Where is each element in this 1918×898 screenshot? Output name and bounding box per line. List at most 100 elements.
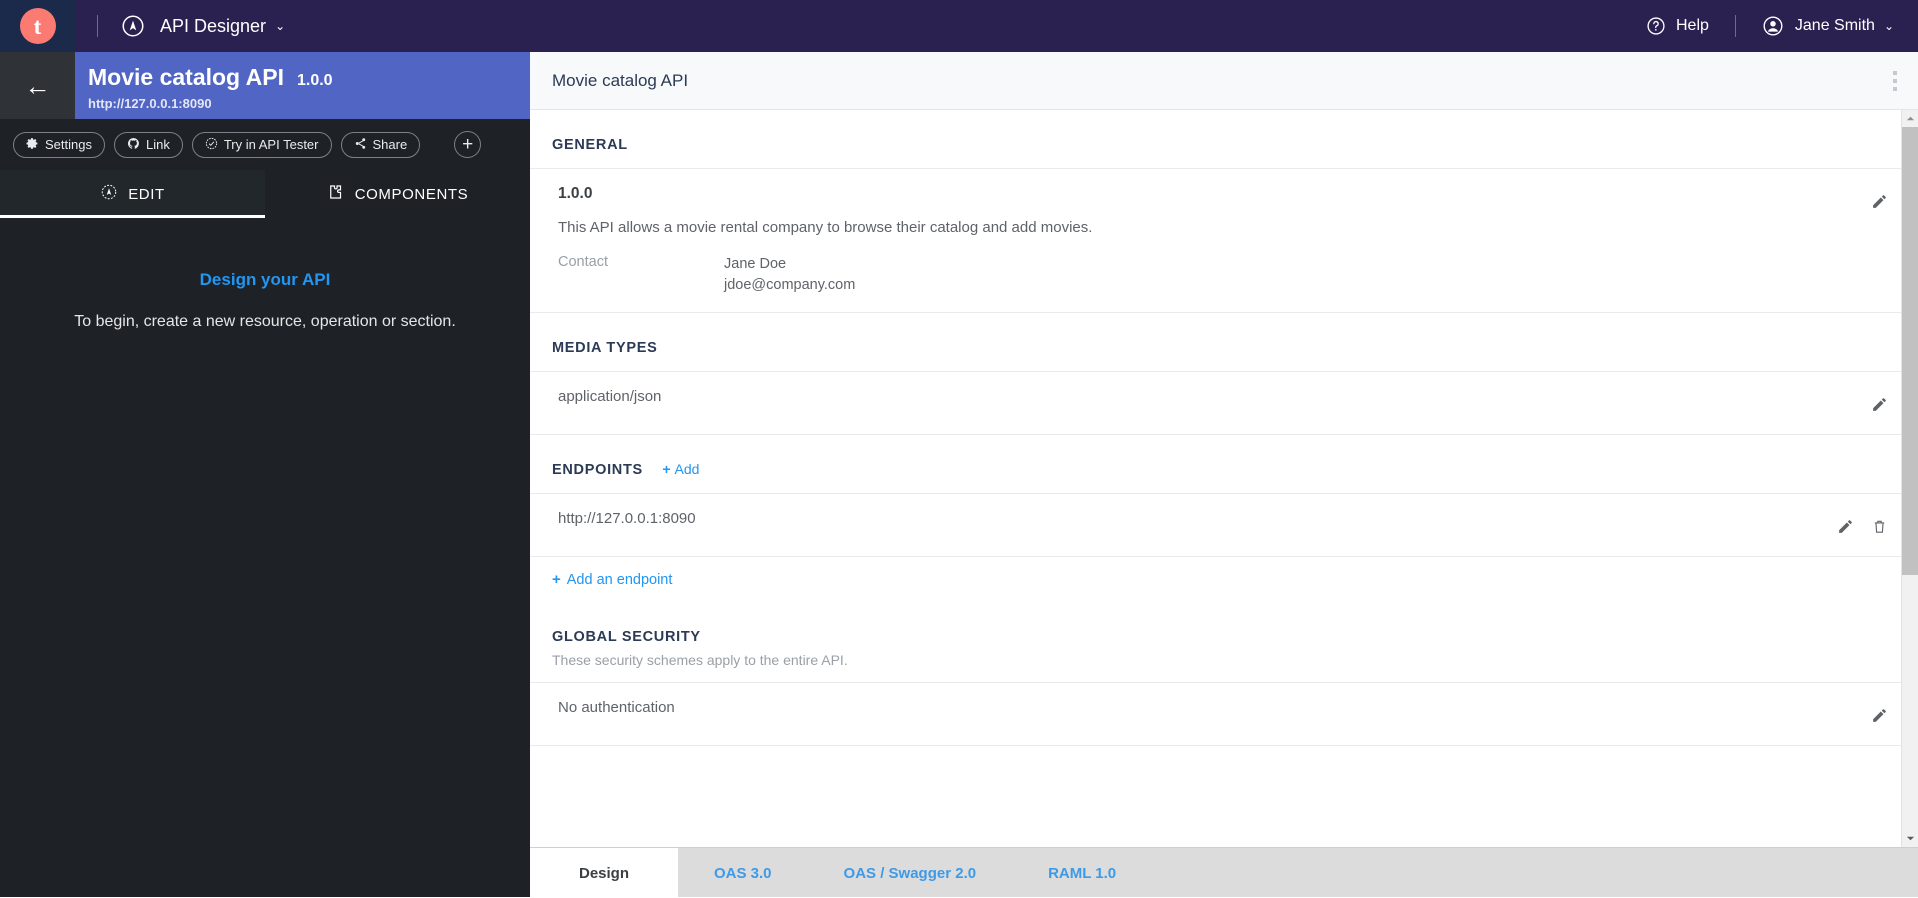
sidebar-tab-components-label: COMPONENTS xyxy=(355,186,469,203)
scroll-thumb[interactable] xyxy=(1902,127,1918,575)
puzzle-piece-icon xyxy=(327,183,355,205)
trash-icon[interactable] xyxy=(1862,512,1896,540)
kebab-dot xyxy=(1893,71,1897,75)
check-circle-icon xyxy=(205,137,224,153)
contact-email: jdoe@company.com xyxy=(724,275,855,296)
back-button[interactable]: ← xyxy=(0,52,75,119)
section-header-global-security: GLOBAL SECURITY These security schemes a… xyxy=(530,602,1918,682)
brand-logo[interactable]: t xyxy=(20,8,56,44)
help-button[interactable]: Help xyxy=(1646,16,1709,36)
compass-icon xyxy=(120,13,146,39)
endpoint-url-value: http://127.0.0.1:8090 xyxy=(558,510,1828,527)
settings-button[interactable]: Settings xyxy=(13,132,105,158)
contact-label: Contact xyxy=(558,254,724,296)
global-security-row-actions xyxy=(1862,699,1896,729)
endpoints-add-button[interactable]: +Add xyxy=(662,461,699,477)
scroll-up-arrow-icon[interactable] xyxy=(1902,110,1918,127)
endpoint-row-actions xyxy=(1828,510,1896,540)
section-title-media-types: MEDIA TYPES xyxy=(552,340,657,356)
app-name-label: API Designer xyxy=(160,16,266,37)
chevron-down-icon[interactable]: ⌄ xyxy=(275,19,285,33)
sidebar-toolbar: Settings Link Try in API Tester xyxy=(0,119,530,170)
api-title-band: Movie catalog API 1.0.0 http://127.0.0.1… xyxy=(75,52,530,119)
api-description: This API allows a movie rental company t… xyxy=(558,219,1862,236)
sidebar-header: ← Movie catalog API 1.0.0 http://127.0.0… xyxy=(0,52,530,119)
app-switcher[interactable]: API Designer ⌄ xyxy=(120,13,285,39)
contact-name: Jane Doe xyxy=(724,254,855,275)
sidebar-tab-components[interactable]: COMPONENTS xyxy=(265,170,530,218)
sidebar-tabs: EDIT COMPONENTS xyxy=(0,170,530,218)
help-label: Help xyxy=(1676,17,1709,35)
endpoint-row: http://127.0.0.1:8090 xyxy=(530,493,1918,557)
media-types-row-body: application/json xyxy=(558,388,1862,405)
kebab-dot xyxy=(1893,79,1897,83)
global-security-row-body: No authentication xyxy=(558,699,1862,716)
pencil-icon[interactable] xyxy=(1862,701,1896,729)
user-avatar-icon xyxy=(1762,15,1784,37)
sidebar-tab-edit-label: EDIT xyxy=(128,186,165,203)
pencil-icon[interactable] xyxy=(1862,390,1896,418)
pencil-icon[interactable] xyxy=(1828,512,1862,540)
section-header-media-types: MEDIA TYPES xyxy=(530,313,1918,371)
try-in-api-tester-label: Try in API Tester xyxy=(224,137,319,152)
media-types-row-actions xyxy=(1862,388,1896,418)
main-scroll-area: GENERAL 1.0.0 This API allows a movie re… xyxy=(530,110,1918,847)
add-endpoint-label: Add an endpoint xyxy=(567,572,673,588)
endpoint-row-body: http://127.0.0.1:8090 xyxy=(558,510,1828,527)
sidebar-tab-edit[interactable]: EDIT xyxy=(0,170,265,218)
topbar-left-group: t API Designer ⌄ xyxy=(0,0,285,52)
plus-icon: + xyxy=(552,571,561,588)
github-icon xyxy=(127,137,146,153)
link-button[interactable]: Link xyxy=(114,132,183,158)
user-menu[interactable]: Jane Smith ⌄ xyxy=(1762,15,1894,37)
chevron-down-icon[interactable]: ⌄ xyxy=(1884,19,1894,33)
more-vertical-icon[interactable] xyxy=(1872,52,1918,110)
share-button[interactable]: Share xyxy=(341,132,421,158)
general-row: 1.0.0 This API allows a movie rental com… xyxy=(530,168,1918,313)
format-tab-oas-swagger-2[interactable]: OAS / Swagger 2.0 xyxy=(808,848,1013,898)
section-header-endpoints: ENDPOINTS +Add xyxy=(530,435,1918,493)
media-type-value: application/json xyxy=(558,388,1862,405)
top-app-bar: t API Designer ⌄ Help xyxy=(0,0,1918,52)
user-name-label: Jane Smith xyxy=(1795,17,1875,35)
main-panel: Movie catalog API GENERAL 1.0.0 This API… xyxy=(530,52,1918,897)
section-title-endpoints: ENDPOINTS xyxy=(552,462,643,478)
topbar-right-divider xyxy=(1735,15,1736,37)
topbar-divider xyxy=(97,15,98,37)
sidebar-empty-state: Design your API To begin, create a new r… xyxy=(0,218,530,333)
back-arrow-icon: ← xyxy=(25,73,51,99)
try-in-api-tester-button[interactable]: Try in API Tester xyxy=(192,132,332,158)
global-security-row: No authentication xyxy=(530,682,1918,746)
api-version: 1.0.0 xyxy=(297,72,333,90)
format-tab-design[interactable]: Design xyxy=(530,848,678,898)
kebab-dot xyxy=(1893,87,1897,91)
section-title-general: GENERAL xyxy=(552,137,628,153)
global-security-value: No authentication xyxy=(558,699,1862,716)
main-vertical-scrollbar[interactable] xyxy=(1901,110,1918,847)
sidebar-empty-title: Design your API xyxy=(60,270,470,290)
plus-icon: + xyxy=(662,461,670,477)
media-types-row: application/json xyxy=(530,371,1918,435)
contact-values: Jane Doe jdoe@company.com xyxy=(724,254,855,296)
help-circle-icon xyxy=(1646,16,1666,36)
format-tab-bar: Design OAS 3.0 OAS / Swagger 2.0 RAML 1.… xyxy=(530,847,1918,897)
section-title-global-security: GLOBAL SECURITY xyxy=(552,629,701,645)
add-button[interactable]: + xyxy=(454,131,481,158)
pencil-icon[interactable] xyxy=(1862,187,1896,215)
format-tab-oas-3[interactable]: OAS 3.0 xyxy=(678,848,808,898)
main-header: Movie catalog API xyxy=(530,52,1918,110)
general-row-body: 1.0.0 This API allows a movie rental com… xyxy=(558,185,1862,296)
api-title: Movie catalog API xyxy=(88,64,284,91)
section-header-general: GENERAL xyxy=(530,110,1918,168)
gear-icon xyxy=(26,137,45,153)
page-title: Movie catalog API xyxy=(552,71,688,91)
share-nodes-icon xyxy=(354,137,373,153)
left-sidebar: ← Movie catalog API 1.0.0 http://127.0.0… xyxy=(0,52,530,897)
compass-icon xyxy=(100,183,128,205)
scroll-down-arrow-icon[interactable] xyxy=(1902,830,1918,847)
topbar-right-group: Help Jane Smith ⌄ xyxy=(1646,0,1918,52)
brand-logo-cell[interactable]: t xyxy=(0,0,75,52)
api-title-row: Movie catalog API 1.0.0 xyxy=(88,64,530,91)
format-tab-raml-1[interactable]: RAML 1.0 xyxy=(1012,848,1152,898)
add-endpoint-link[interactable]: + Add an endpoint xyxy=(530,557,1918,602)
